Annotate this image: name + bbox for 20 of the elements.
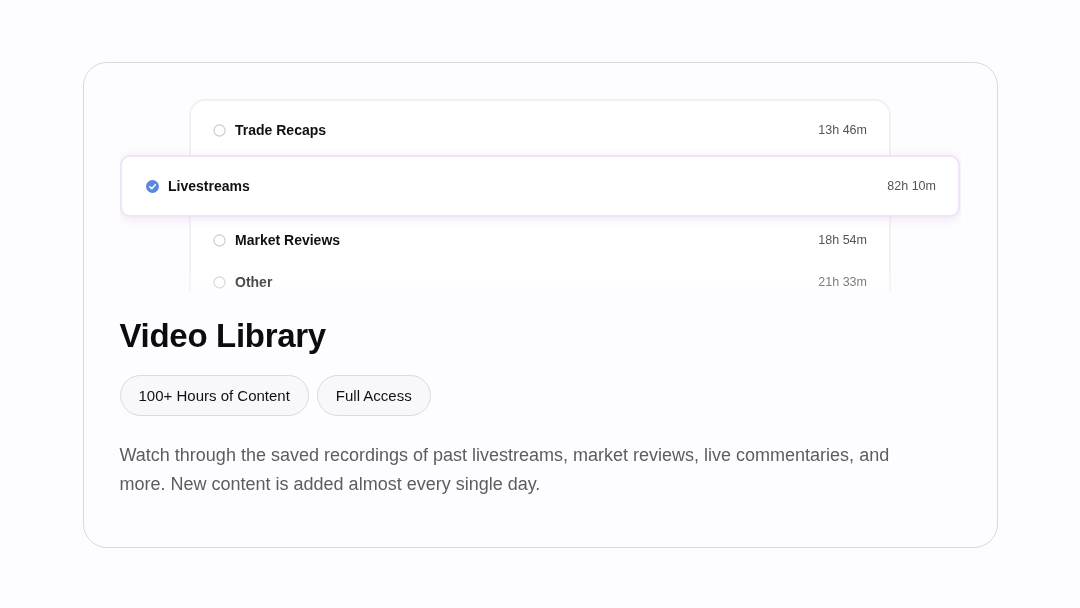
radio-circle-icon [213,233,226,247]
category-row[interactable]: Market Reviews 18h 54m [211,219,869,261]
duration-text: 13h 46m [818,123,867,137]
category-label: Other [235,274,274,290]
description-text: Watch through the saved recordings of past livestreams, market reviews, live commentaries, and more. New content is added almost every single day. [119,444,891,496]
duration-text: 21h 33m [818,275,867,289]
category-label: Livestreams [168,178,251,194]
category-label: Market Reviews [235,232,342,248]
category-row[interactable]: Trade Recaps 13h 46m [211,109,869,151]
duration-text: 82h 10m [887,179,936,193]
feature-tag: 100+ Hours of Content [119,375,309,416]
category-label: Trade Recaps [235,122,328,138]
feature-tag: Full Access [316,375,431,416]
duration-text: 18h 54m [818,233,867,247]
card-title: Video Library [119,317,327,355]
radio-circle-icon [213,123,226,137]
check-circle-icon [146,179,159,193]
category-row[interactable]: Other 21h 33m [211,261,869,303]
category-row[interactable]: Livestreams 82h 10m [120,155,960,217]
radio-circle-icon [213,275,226,289]
